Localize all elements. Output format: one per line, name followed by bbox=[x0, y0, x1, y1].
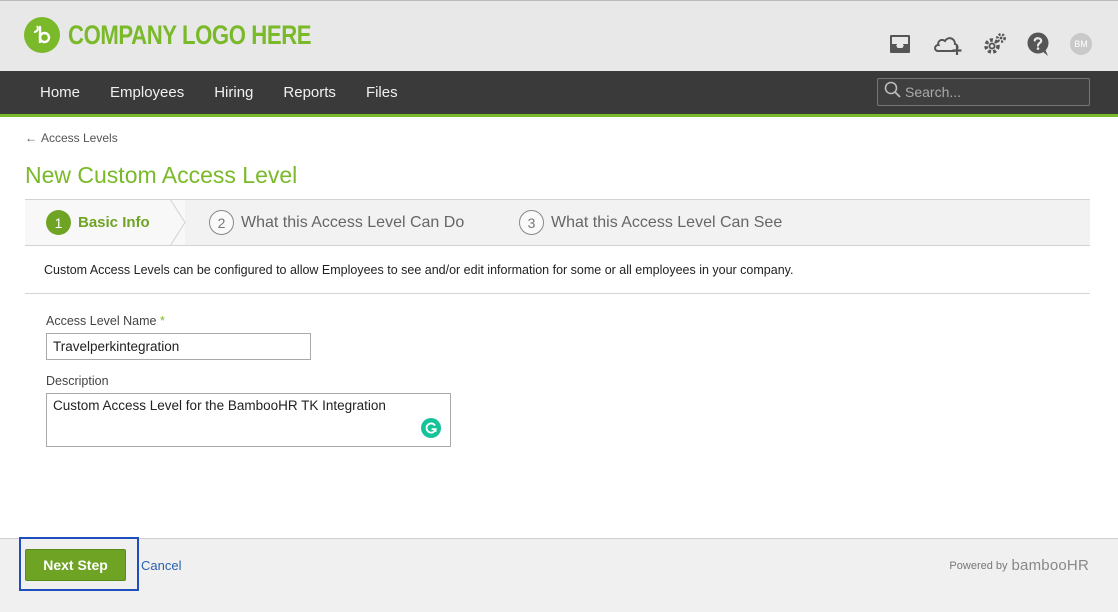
bamboohr-brand: bambooHR bbox=[1011, 557, 1089, 574]
nav-accent-bar bbox=[0, 114, 1118, 117]
step-label: What this Access Level Can Do bbox=[241, 213, 465, 231]
step-can-see[interactable]: 3 What this Access Level Can See bbox=[519, 200, 782, 245]
search-placeholder: Search... bbox=[905, 84, 962, 100]
search-icon bbox=[884, 81, 901, 103]
step-number: 1 bbox=[46, 210, 71, 235]
logo-text: COMPANY LOGO HERE bbox=[68, 19, 312, 50]
avatar[interactable]: BM bbox=[1070, 33, 1092, 55]
step-label: Basic Info bbox=[78, 214, 150, 231]
back-arrow-icon: ← bbox=[25, 131, 37, 145]
label-text: Access Level Name bbox=[46, 314, 157, 328]
main-nav: Home Employees Hiring Reports Files Sear… bbox=[0, 71, 1118, 114]
company-logo[interactable]: COMPANY LOGO HERE bbox=[24, 17, 365, 53]
access-level-name-label: Access Level Name * bbox=[46, 314, 165, 328]
breadcrumb[interactable]: ← Access Levels bbox=[25, 131, 118, 145]
step-number: 2 bbox=[209, 210, 234, 235]
intro-text: Custom Access Levels can be configured t… bbox=[44, 263, 794, 277]
step-can-do[interactable]: 2 What this Access Level Can Do bbox=[209, 200, 464, 245]
page-footer bbox=[0, 538, 1118, 612]
next-step-button[interactable]: Next Step bbox=[25, 549, 126, 581]
description-label: Description bbox=[46, 374, 109, 388]
step-label: What this Access Level Can See bbox=[551, 213, 783, 231]
powered-by: Powered by bambooHR bbox=[949, 557, 1089, 574]
bamboo-logo-icon bbox=[24, 17, 60, 53]
step-basic-info[interactable]: 1 Basic Info bbox=[46, 200, 150, 245]
top-header: COMPANY LOGO HERE BM bbox=[0, 0, 1118, 71]
access-level-name-input[interactable]: Travelperkintegration bbox=[46, 333, 311, 360]
nav-item-employees[interactable]: Employees bbox=[95, 84, 199, 101]
help-icon[interactable] bbox=[1026, 31, 1052, 57]
nav-item-files[interactable]: Files bbox=[351, 84, 413, 101]
step-progress: 1 Basic Info 2 What this Access Level Ca… bbox=[25, 199, 1090, 246]
nav-item-home[interactable]: Home bbox=[25, 84, 95, 101]
cancel-link[interactable]: Cancel bbox=[141, 558, 181, 573]
cloud-plus-icon[interactable] bbox=[930, 32, 964, 56]
step-chevron-icon bbox=[170, 199, 186, 246]
nav-item-hiring[interactable]: Hiring bbox=[199, 84, 268, 101]
powered-by-text: Powered by bbox=[949, 559, 1008, 572]
divider bbox=[25, 293, 1090, 294]
grammarly-icon[interactable] bbox=[421, 418, 441, 438]
gear-icon[interactable] bbox=[982, 31, 1008, 57]
search-input[interactable]: Search... bbox=[877, 78, 1090, 106]
description-textarea[interactable]: Custom Access Level for the BambooHR TK … bbox=[46, 393, 451, 447]
step-number: 3 bbox=[519, 210, 544, 235]
inbox-icon[interactable] bbox=[888, 33, 912, 55]
back-link-label: Access Levels bbox=[41, 131, 118, 145]
required-marker: * bbox=[159, 314, 165, 328]
nav-item-reports[interactable]: Reports bbox=[268, 84, 351, 101]
page-title: New Custom Access Level bbox=[25, 162, 298, 188]
